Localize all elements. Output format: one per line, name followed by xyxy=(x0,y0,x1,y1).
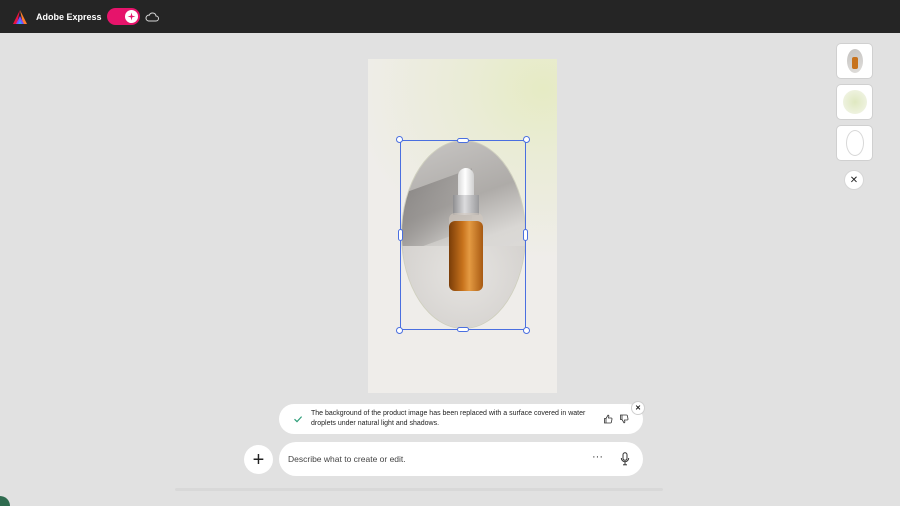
variation-thumbnail-1[interactable] xyxy=(837,44,872,78)
bottom-divider xyxy=(175,488,663,491)
resize-handle-bottom[interactable] xyxy=(457,327,469,332)
variation-thumbnail-3[interactable] xyxy=(837,126,872,160)
more-options-button[interactable]: ··· xyxy=(592,451,603,463)
message-text: The background of the product image has … xyxy=(311,410,586,427)
oval-frame-thumbnail xyxy=(845,130,864,156)
selection-box[interactable] xyxy=(396,136,530,334)
assistant-message: The background of the product image has … xyxy=(279,404,643,434)
check-icon xyxy=(294,416,303,423)
thumbs-down-icon[interactable] xyxy=(619,414,629,424)
corner-accent xyxy=(0,496,10,506)
top-bar: Adobe Express xyxy=(0,0,900,33)
resize-handle-top-right[interactable] xyxy=(523,136,530,143)
sparkle-icon xyxy=(127,12,136,21)
green-glow-thumbnail xyxy=(842,90,867,114)
app-title: Adobe Express xyxy=(36,11,102,22)
prompt-input[interactable] xyxy=(288,454,568,464)
prompt-bar: ··· xyxy=(279,442,643,476)
add-button[interactable]: + xyxy=(244,445,273,474)
close-variations-button[interactable]: ✕ xyxy=(845,171,863,189)
mode-toggle[interactable] xyxy=(106,8,140,25)
resize-handle-top-left[interactable] xyxy=(396,136,403,143)
toggle-knob xyxy=(124,10,138,23)
resize-handle-bottom-left[interactable] xyxy=(396,327,403,334)
close-message-button[interactable]: ✕ xyxy=(632,402,644,414)
resize-handle-left[interactable] xyxy=(398,229,403,241)
resize-handle-top[interactable] xyxy=(457,138,469,143)
cloud-icon[interactable] xyxy=(145,11,159,23)
adobe-express-logo-icon[interactable] xyxy=(12,9,28,25)
resize-handle-right[interactable] xyxy=(523,229,528,241)
variation-thumbnail-2[interactable] xyxy=(837,85,872,119)
microphone-icon[interactable] xyxy=(620,452,630,466)
resize-handle-bottom-right[interactable] xyxy=(523,327,530,334)
thumbs-up-icon[interactable] xyxy=(603,414,613,424)
product-with-background-thumbnail xyxy=(846,49,863,73)
